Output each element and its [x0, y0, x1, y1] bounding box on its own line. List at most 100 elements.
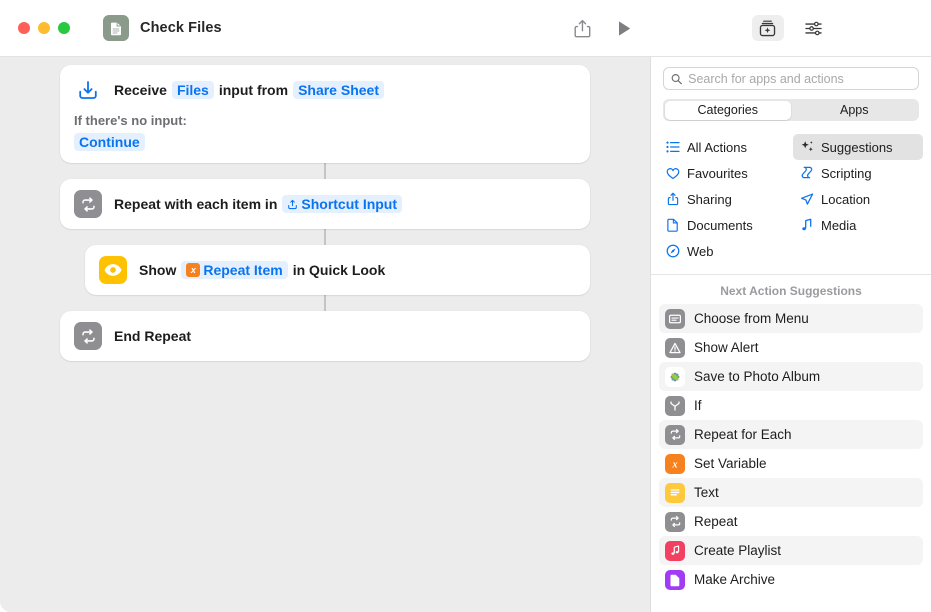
suggestion-item-create-playlist[interactable]: Create Playlist [659, 536, 923, 565]
token-files[interactable]: Files [172, 81, 214, 99]
action-flow: Receive Files input from Share Sheet If … [0, 65, 650, 361]
archive-doc-icon [665, 570, 685, 590]
suggestion-item-save-to-photo-album[interactable]: Save to Photo Album [659, 362, 923, 391]
titlebar: Check Files [0, 0, 931, 57]
action-text: in Quick Look [293, 262, 386, 278]
list-bullet-icon [665, 141, 680, 153]
action-row: Repeat with each item in Shortcut Input [74, 190, 576, 218]
action-label-receive: Receive Files input from Share Sheet [114, 81, 384, 99]
category-item-documents[interactable]: Documents [659, 212, 789, 238]
titlebar-actions [574, 19, 650, 38]
titlebar-editor-side: Check Files [0, 0, 650, 57]
suggestions-list: Choose from Menu Show Alert [651, 304, 931, 594]
repeat-icon [74, 322, 102, 350]
category-label: Suggestions [821, 140, 893, 155]
shortcut-canvas[interactable]: Receive Files input from Share Sheet If … [0, 57, 650, 612]
shortcuts-window: Check Files [0, 0, 931, 612]
action-row: Receive Files input from Share Sheet [74, 76, 576, 104]
action-label-show: Show x Repeat Item in Quick Look [139, 261, 385, 279]
suggestions-header: Next Action Suggestions [651, 275, 931, 304]
suggestion-item-repeat-for-each[interactable]: Repeat for Each [659, 420, 923, 449]
category-item-favourites[interactable]: Favourites [659, 160, 789, 186]
category-item-web[interactable]: Web [659, 238, 789, 264]
action-text: Repeat with each item in [114, 196, 277, 212]
suggestion-item-if[interactable]: If [659, 391, 923, 420]
action-card-repeat-with-each[interactable]: Repeat with each item in Shortcut Input [60, 179, 590, 229]
share-icon [574, 19, 591, 38]
category-label: Media [821, 218, 856, 233]
library-mode-segmented-control[interactable]: Categories Apps [663, 99, 919, 121]
action-text: input from [219, 82, 288, 98]
no-input-label: If there's no input: [74, 113, 576, 128]
shortcut-document-icon [103, 15, 129, 41]
token-repeat-item[interactable]: x Repeat Item [181, 261, 287, 279]
search-input[interactable] [688, 72, 911, 86]
compass-icon [665, 244, 680, 258]
zoom-button[interactable] [58, 22, 70, 34]
action-text: End Repeat [114, 328, 191, 344]
suggestion-label: Text [694, 485, 719, 500]
suggestion-item-set-variable[interactable]: x Set Variable [659, 449, 923, 478]
category-label: Web [687, 244, 714, 259]
token-share-sheet[interactable]: Share Sheet [293, 81, 384, 99]
suggestion-item-repeat[interactable]: Repeat [659, 507, 923, 536]
search-box[interactable] [663, 67, 919, 90]
shortcut-details-button[interactable] [798, 15, 830, 41]
suggestion-label: Show Alert [694, 340, 759, 355]
tab-apps[interactable]: Apps [791, 101, 918, 120]
action-row: End Repeat [74, 322, 576, 350]
sparkles-icon [799, 140, 814, 154]
variable-badge-icon: x [186, 263, 200, 277]
photos-icon [665, 367, 685, 387]
search-container [651, 57, 931, 90]
repeat-icon [665, 512, 685, 532]
action-card-receive[interactable]: Receive Files input from Share Sheet If … [60, 65, 590, 163]
window-body: Receive Files input from Share Sheet If … [0, 57, 931, 612]
variable-icon: x [665, 454, 685, 474]
token-continue[interactable]: Continue [74, 133, 145, 151]
category-label: Documents [687, 218, 753, 233]
action-text: Receive [114, 82, 167, 98]
music-note-icon [665, 541, 685, 561]
suggestion-item-make-archive[interactable]: Make Archive [659, 565, 923, 594]
minimize-button[interactable] [38, 22, 50, 34]
paper-plane-icon [799, 192, 814, 206]
category-item-all-actions[interactable]: All Actions [659, 134, 789, 160]
svg-text:x: x [672, 459, 678, 470]
suggestion-item-choose-from-menu[interactable]: Choose from Menu [659, 304, 923, 333]
category-label: Location [821, 192, 870, 207]
suggestion-label: Repeat [694, 514, 738, 529]
category-item-scripting[interactable]: Scripting [793, 160, 923, 186]
music-note-icon [799, 218, 814, 232]
play-icon [617, 20, 632, 37]
action-library-button[interactable] [752, 15, 784, 41]
suggestion-item-text[interactable]: Text [659, 478, 923, 507]
category-grid: All Actions Suggestions [651, 134, 931, 275]
page-title: Check Files [140, 20, 222, 36]
tab-categories[interactable]: Categories [665, 101, 792, 120]
sliders-icon [804, 20, 823, 37]
action-card-end-repeat[interactable]: End Repeat [60, 311, 590, 361]
action-library-panel: Categories Apps All Actions [650, 57, 931, 612]
search-icon [671, 73, 682, 85]
titlebar-library-side [650, 0, 931, 57]
run-button[interactable] [617, 20, 632, 37]
repeat-icon [665, 425, 685, 445]
suggestion-label: Set Variable [694, 456, 767, 471]
category-item-suggestions[interactable]: Suggestions [793, 134, 923, 160]
eye-icon [99, 256, 127, 284]
category-item-location[interactable]: Location [793, 186, 923, 212]
action-label-repeat: Repeat with each item in Shortcut Input [114, 195, 402, 213]
suggestion-item-show-alert[interactable]: Show Alert [659, 333, 923, 362]
share-button[interactable] [574, 19, 591, 38]
category-item-media[interactable]: Media [793, 212, 923, 238]
repeat-icon [74, 190, 102, 218]
text-lines-icon [665, 483, 685, 503]
suggestion-label: Choose from Menu [694, 311, 809, 326]
action-card-show-quick-look[interactable]: Show x Repeat Item in Quick Look [85, 245, 590, 295]
category-item-sharing[interactable]: Sharing [659, 186, 789, 212]
token-label: Shortcut Input [301, 196, 397, 212]
close-button[interactable] [18, 22, 30, 34]
token-shortcut-input[interactable]: Shortcut Input [282, 195, 402, 213]
heart-icon [665, 167, 680, 180]
